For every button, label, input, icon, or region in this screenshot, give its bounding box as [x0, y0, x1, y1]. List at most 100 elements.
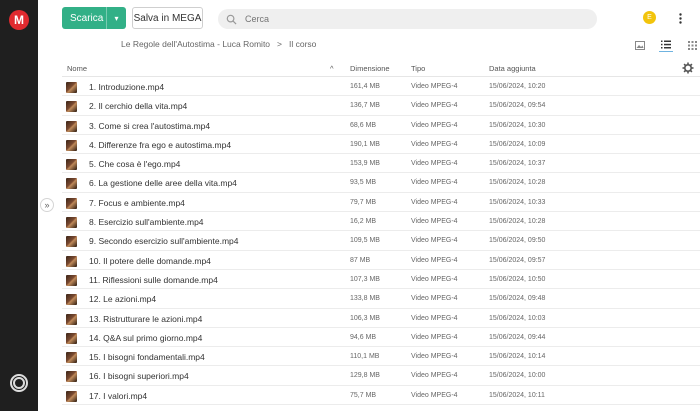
- view-switcher: [633, 38, 699, 52]
- file-size: 153,9 MB: [350, 160, 380, 168]
- file-date: 15/06/2024, 09:48: [489, 295, 546, 303]
- sidebar: M: [0, 0, 38, 411]
- table-row[interactable]: 1. Introduzione.mp4 161,4 MB Video MPEG-4 1…: [62, 77, 700, 97]
- file-date: 15/06/2024, 10:28: [489, 218, 546, 226]
- file-name: 9. Secondo esercizio sull'ambiente.mp4: [89, 236, 239, 247]
- file-size: 106,3 MB: [350, 314, 380, 322]
- file-type: Video MPEG-4: [411, 275, 458, 283]
- table-row[interactable]: 9. Secondo esercizio sull'ambiente.mp4 10…: [62, 231, 700, 251]
- table-row[interactable]: 17. I valori.mp4 75,7 MB Video MPEG-4 15/06…: [62, 386, 700, 406]
- file-size: 93,5 MB: [350, 179, 377, 187]
- file-size: 107,3 MB: [350, 275, 380, 283]
- file-name: 11. Riflessioni sulle domande.mp4: [89, 274, 218, 285]
- table-body: 1. Introduzione.mp4 161,4 MB Video MPEG-4 1…: [62, 77, 700, 406]
- file-date: 15/06/2024, 09:44: [489, 333, 546, 341]
- file-name: 12. Le azioni.mp4: [89, 294, 157, 305]
- header-date[interactable]: Data aggiunta: [489, 64, 536, 73]
- video-thumbnail-icon: [66, 82, 77, 93]
- breadcrumb-folder[interactable]: Le Regole dell'Autostima - Luca Romito: [121, 39, 270, 49]
- more-options-icon[interactable]: [675, 10, 685, 26]
- file-date: 15/06/2024, 10:11: [489, 391, 545, 399]
- search-bar[interactable]: [218, 9, 597, 29]
- save-to-mega-button[interactable]: Salva in MEGA: [132, 7, 203, 29]
- download-button[interactable]: Scarica ▾: [62, 7, 126, 29]
- topbar: Scarica ▾ Salva in MEGA E: [38, 0, 700, 38]
- file-name: 6. La gestione delle aree della vita.mp4: [89, 178, 237, 189]
- video-thumbnail-icon: [66, 255, 77, 267]
- table-row[interactable]: 2. Il cerchio della vita.mp4 136,7 MB Vide…: [62, 96, 700, 116]
- file-name: 13. Ristrutturare le azioni.mp4: [89, 313, 203, 324]
- table-row[interactable]: 15. I bisogni fondamentali.mp4 110,1 MB Vi…: [62, 347, 700, 367]
- file-name: 7. Focus e ambiente.mp4: [89, 197, 185, 208]
- file-type: Video MPEG-4: [411, 121, 458, 129]
- file-type: Video MPEG-4: [411, 102, 458, 110]
- file-name: 5. Che cosa è l'ego.mp4: [89, 159, 181, 170]
- table-row[interactable]: 3. Come si crea l'autostima.mp4 68,6 MB Vi…: [62, 116, 700, 135]
- video-thumbnail-icon: [66, 313, 77, 325]
- video-thumbnail-icon: [66, 197, 77, 209]
- search-input[interactable]: [245, 14, 575, 24]
- chevron-down-icon[interactable]: ▾: [106, 7, 126, 29]
- file-name: 2. Il cerchio della vita.mp4: [89, 101, 188, 112]
- table-row[interactable]: 11. Riflessioni sulle domande.mp4 107,3 M…: [62, 270, 700, 290]
- file-name: 17. I valori.mp4: [89, 390, 148, 401]
- file-date: 15/06/2024, 10:37: [489, 160, 546, 168]
- expand-sidebar-chevron-icon[interactable]: »: [40, 198, 54, 212]
- video-thumbnail-icon: [66, 217, 77, 229]
- table-row[interactable]: 4. Differenze fra ego e autostima.mp4 190…: [62, 135, 700, 155]
- grid-view-icon[interactable]: [685, 38, 699, 52]
- file-size: 190,1 MB: [350, 140, 380, 148]
- mega-logo[interactable]: M: [9, 10, 29, 30]
- file-date: 15/06/2024, 10:00: [489, 372, 546, 380]
- sync-icon[interactable]: [10, 374, 28, 392]
- file-date: 15/06/2024, 10:03: [489, 314, 546, 322]
- file-size: 16,2 MB: [350, 218, 377, 226]
- file-type: Video MPEG-4: [411, 333, 458, 341]
- file-name: 8. Esercizio sull'ambiente.mp4: [89, 217, 204, 228]
- avatar[interactable]: E: [643, 11, 656, 24]
- video-thumbnail-icon: [66, 139, 77, 151]
- column-settings-gear-icon[interactable]: [682, 62, 694, 74]
- file-date: 15/06/2024, 10:50: [489, 275, 546, 283]
- breadcrumb: Le Regole dell'Autostima - Luca Romito >…: [121, 39, 316, 49]
- file-date: 15/06/2024, 10:33: [489, 198, 546, 206]
- file-type: Video MPEG-4: [411, 391, 458, 399]
- file-type: Video MPEG-4: [411, 237, 458, 245]
- file-type: Video MPEG-4: [411, 198, 458, 206]
- file-size: 129,8 MB: [350, 372, 380, 380]
- file-type: Video MPEG-4: [411, 314, 458, 322]
- video-thumbnail-icon: [66, 390, 77, 402]
- file-type: Video MPEG-4: [411, 83, 458, 90]
- table-row[interactable]: 6. La gestione delle aree della vita.mp4…: [62, 173, 700, 193]
- table-row[interactable]: 10. Il potere delle domande.mp4 87 MB Vide…: [62, 251, 700, 270]
- file-date: 15/06/2024, 09:54: [489, 102, 546, 110]
- download-button-label: Scarica: [70, 12, 104, 24]
- table-row[interactable]: 8. Esercizio sull'ambiente.mp4 16,2 MB Vid…: [62, 212, 700, 232]
- video-thumbnail-icon: [66, 101, 77, 113]
- gallery-view-icon[interactable]: [633, 38, 647, 52]
- video-thumbnail-icon: [66, 236, 77, 248]
- video-thumbnail-icon: [66, 332, 77, 344]
- sort-ascending-icon[interactable]: ^: [330, 64, 334, 73]
- file-name: 3. Come si crea l'autostima.mp4: [89, 120, 211, 131]
- file-size: 136,7 MB: [350, 102, 380, 110]
- file-date: 15/06/2024, 10:28: [489, 179, 546, 187]
- table-row[interactable]: 7. Focus e ambiente.mp4 79,7 MB Video MPEG…: [62, 193, 700, 213]
- table-row[interactable]: 16. I bisogni superiori.mp4 129,8 MB Video…: [62, 366, 700, 386]
- table-row[interactable]: 5. Che cosa è l'ego.mp4 153,9 MB Video MPE…: [62, 154, 700, 174]
- list-view-icon[interactable]: [659, 38, 673, 52]
- table-row[interactable]: 12. Le azioni.mp4 133,8 MB Video MPEG-4 15/…: [62, 289, 700, 309]
- table-row[interactable]: 14. Q&A sul primo giorno.mp4 94,6 MB Video…: [62, 328, 700, 348]
- file-name: 16. I bisogni superiori.mp4: [89, 371, 189, 382]
- file-date: 15/06/2024, 10:30: [489, 121, 546, 129]
- header-size[interactable]: Dimensione: [350, 64, 390, 73]
- file-type: Video MPEG-4: [411, 256, 458, 264]
- file-type: Video MPEG-4: [411, 218, 458, 226]
- table-row[interactable]: 13. Ristrutturare le azioni.mp4 106,3 MB V…: [62, 309, 700, 328]
- header-name[interactable]: Nome: [67, 64, 87, 73]
- file-type: Video MPEG-4: [411, 160, 458, 168]
- file-date: 15/06/2024, 09:50: [489, 237, 546, 245]
- file-name: 10. Il potere delle domande.mp4: [89, 255, 211, 266]
- file-date: 15/06/2024, 10:14: [489, 353, 546, 361]
- header-type[interactable]: Tipo: [411, 64, 425, 73]
